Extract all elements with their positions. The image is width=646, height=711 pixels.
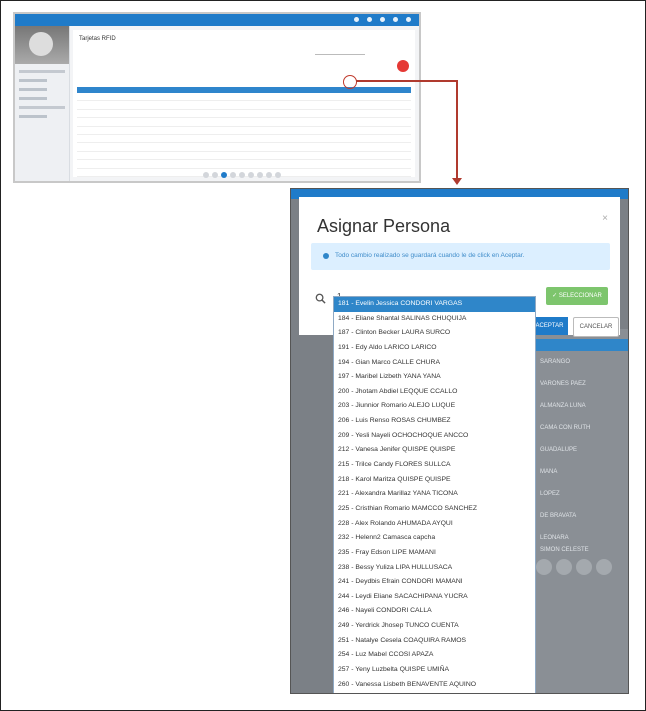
sidebar-item[interactable]: [19, 106, 65, 109]
filter-select[interactable]: [315, 48, 365, 55]
backdrop-table: SARANGO VARONES PAEZ ALMANZA LUNA CAMA C…: [536, 329, 628, 693]
dropdown-option[interactable]: 194 - Gian Marco CALLE CHURA: [334, 356, 535, 371]
backdrop-cell: DE BRAVATA: [540, 513, 577, 519]
table-row[interactable]: [77, 93, 411, 102]
dropdown-option[interactable]: 235 - Fray Edson LIPE MAMANI: [334, 546, 535, 561]
app-top-bar: [15, 14, 419, 26]
cancel-button[interactable]: CANCELAR: [573, 317, 619, 337]
dropdown-option[interactable]: 221 - Alexandra Marillaz YANA TICONA: [334, 487, 535, 502]
backdrop-cell: LEONARA: [540, 535, 569, 541]
avatar: [29, 32, 53, 56]
backdrop-cell: SIMON CELESTE: [540, 547, 589, 553]
backdrop-cell: VARONES PAEZ: [540, 381, 586, 387]
backdrop-cell: LOPEZ: [540, 491, 560, 497]
dropdown-option[interactable]: 238 - Bessy Yuliza LIPA HULLUSACA: [334, 561, 535, 576]
sidebar-item[interactable]: [19, 70, 65, 73]
dropdown-option[interactable]: 263 - Deysi Mirian CRUZ VILCA: [334, 692, 535, 693]
search-icon: [315, 293, 326, 304]
table-row[interactable]: [77, 110, 411, 119]
dropdown-option[interactable]: 249 - Yerdrick Jhosep TUNCO CUENTA: [334, 619, 535, 634]
pagination[interactable]: [203, 172, 281, 178]
sidebar-item[interactable]: [19, 88, 47, 91]
backdrop-pagination: [536, 559, 612, 575]
modal-screenshot: SARANGO VARONES PAEZ ALMANZA LUNA CAMA C…: [290, 188, 629, 694]
info-alert: Todo cambio realizado se guardará cuando…: [311, 243, 610, 270]
dropdown-option[interactable]: 244 - Leydi Eliane SACACHIPANA YUCRA: [334, 590, 535, 605]
info-icon: [323, 253, 329, 259]
backdrop-cell: GUADALUPE: [540, 447, 578, 453]
dropdown-option[interactable]: 184 - Eliane Shantal SALINAS CHUQUIJA: [334, 312, 535, 327]
dropdown-option[interactable]: 225 - Cristhian Romario MAMCCO SANCHEZ: [334, 502, 535, 517]
person-autocomplete-list[interactable]: 181 - Evelin Jessica CONDORI VARGAS 184 -…: [333, 296, 536, 693]
main-content: Tarjetas RFID: [73, 30, 415, 178]
connector-line: [456, 80, 458, 178]
dropdown-option[interactable]: 241 - Deydbis Efrain CONDORI MAMANI: [334, 575, 535, 590]
sidebar-item[interactable]: [19, 97, 47, 100]
dropdown-option[interactable]: 197 - Maribel Lizbeth YANA YANA: [334, 370, 535, 385]
dropdown-option[interactable]: 232 - Helenn2 Camasca capcha: [334, 531, 535, 546]
table-row[interactable]: [77, 152, 411, 161]
table-row[interactable]: [77, 101, 411, 110]
dropdown-option[interactable]: 254 - Luz Mabel CCOSI APAZA: [334, 648, 535, 663]
dropdown-option[interactable]: 200 - Jhotam Abdiel LEQQUE CCALLO: [334, 385, 535, 400]
table-row[interactable]: [77, 135, 411, 144]
connector-arrowhead: [452, 178, 462, 185]
add-fab-icon[interactable]: [397, 60, 409, 72]
info-text: Todo cambio realizado se guardará cuando…: [335, 252, 525, 259]
dropdown-option[interactable]: 212 - Vanesa Jenifer QUISPE QUISPE: [334, 443, 535, 458]
table-row[interactable]: [77, 118, 411, 127]
dropdown-option[interactable]: 228 - Alex Rolando AHUMADA AYQUI: [334, 517, 535, 532]
top-bar-icons[interactable]: [354, 17, 411, 22]
dropdown-option[interactable]: 251 - Natalye Cesela COAQUIRA RAMOS: [334, 634, 535, 649]
dropdown-option[interactable]: 218 - Karol Maritza QUISPE QUISPE: [334, 473, 535, 488]
backdrop-header: [536, 339, 628, 351]
page-title: Tarjetas RFID: [79, 36, 116, 42]
close-icon[interactable]: ×: [602, 213, 608, 224]
backdrop-cell: CAMA CON RUTH: [540, 425, 591, 431]
dropdown-option[interactable]: 246 - Nayeli CONDORI CALLA: [334, 604, 535, 619]
backdrop-cell: SARANGO: [540, 359, 571, 365]
sidebar: [15, 26, 70, 181]
dropdown-option[interactable]: 209 - Yesli Nayeli OCHOCHOQUE ANCCO: [334, 429, 535, 444]
connector-line: [356, 80, 458, 82]
backdrop-cell: MANA: [540, 469, 558, 475]
dropdown-option[interactable]: 181 - Evelin Jessica CONDORI VARGAS: [334, 297, 535, 312]
table-row[interactable]: [77, 160, 411, 169]
backdrop-cell: ALMANZA LUNA: [540, 403, 586, 409]
dropdown-option[interactable]: 191 - Edy Aldo LARICO LARICO: [334, 341, 535, 356]
app-window-thumbnail: Tarjetas RFID: [13, 12, 421, 183]
table-row[interactable]: [77, 127, 411, 135]
dropdown-option[interactable]: 187 - Clinton Becker LAURA SURCO: [334, 326, 535, 341]
profile-banner: [15, 26, 69, 64]
table-body: [77, 93, 411, 177]
dropdown-option[interactable]: 203 - Jiunnior Romario ALEJO LUQUE: [334, 399, 535, 414]
sidebar-item[interactable]: [19, 79, 47, 82]
accept-button[interactable]: ACEPTAR: [531, 317, 568, 335]
dropdown-option[interactable]: 257 - Yeny Luzbelta QUISPE UMIÑA: [334, 663, 535, 678]
modal-title: Asignar Persona: [317, 216, 451, 236]
select-button[interactable]: ✓ SELECCIONAR: [546, 287, 608, 305]
highlight-circle: [343, 75, 357, 89]
dropdown-option[interactable]: 260 - Vanessa Lisbeth BENAVENTE AQUINO: [334, 678, 535, 693]
dropdown-option[interactable]: 215 - Trilce Candy FLORES SULLCA: [334, 458, 535, 473]
sidebar-item[interactable]: [19, 115, 47, 118]
table-row[interactable]: [77, 143, 411, 152]
dropdown-option[interactable]: 206 - Luis Renso ROSAS CHUMBEZ: [334, 414, 535, 429]
